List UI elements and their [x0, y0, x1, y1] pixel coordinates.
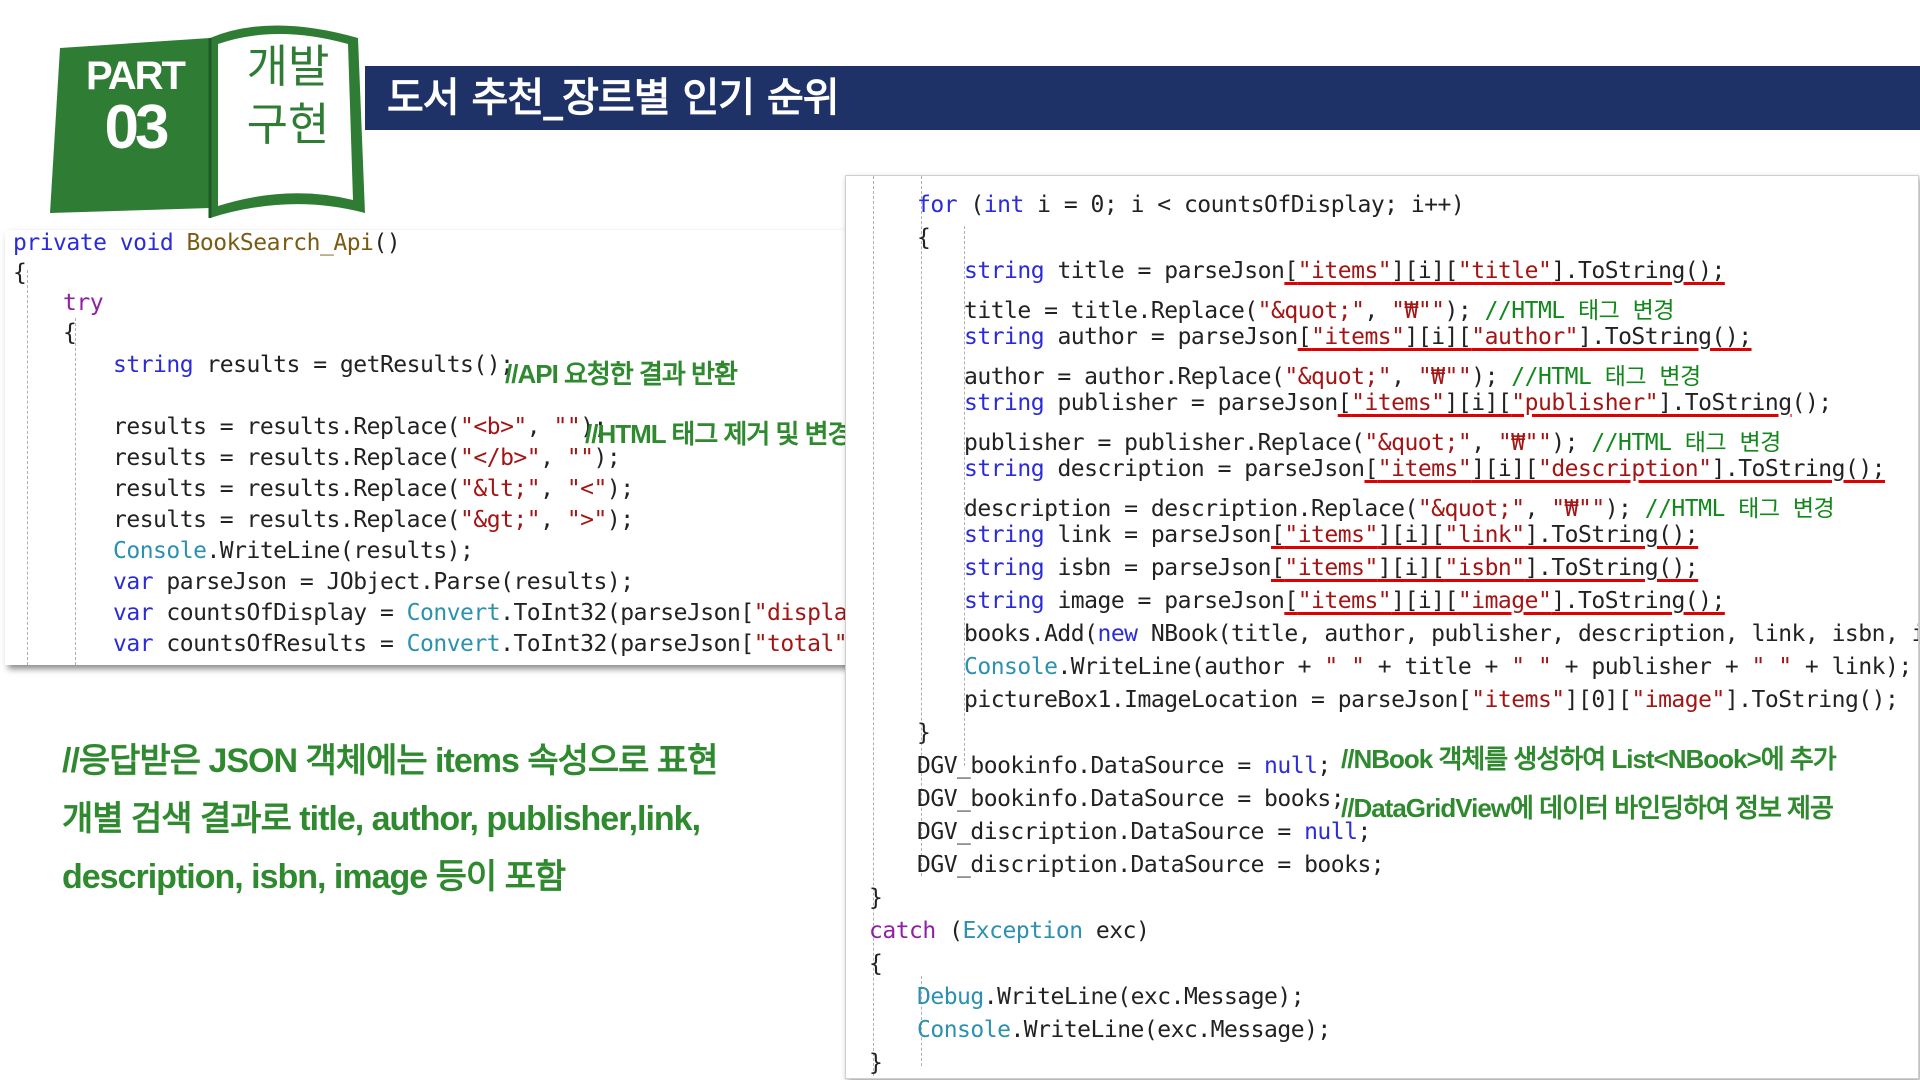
annotation-api-result: //API 요청한 결과 반환	[505, 359, 738, 389]
code-line: results = results.Replace("&gt;", ">");	[113, 507, 634, 533]
code-line: var countsOfResults = Convert.ToInt32(pa…	[113, 631, 888, 657]
code-line: var countsOfDisplay = Convert.ToInt32(pa…	[113, 600, 902, 626]
code-line: results = results.Replace("&lt;", "<");	[113, 476, 634, 502]
code-line: string link = parseJson["items"][i]["lin…	[964, 522, 1699, 548]
code-line: DGV_discription.DataSource = null;	[917, 819, 1371, 845]
code-line: try	[63, 290, 104, 316]
description-line: //응답받은 JSON 객체에는 items 속성으로 표현	[62, 742, 718, 780]
code-line: DGV_bookinfo.DataSource = books;	[917, 786, 1345, 812]
code-line: pictureBox1.ImageLocation = parseJson["i…	[964, 687, 1899, 713]
code-line: results = results.Replace("</b>", "");	[113, 445, 621, 471]
code-line: Console.WriteLine(results);	[113, 538, 474, 564]
description-line: description, isbn, image 등이 포함	[62, 858, 566, 896]
code-line: private void BookSearch_Api()	[13, 230, 401, 256]
indent-guide	[75, 318, 76, 665]
code-line: string description = parseJson["items"][…	[964, 456, 1886, 482]
part-badge: PART 03 개발 구현	[40, 8, 380, 223]
code-line: author = author.Replace("&quot;", "₩"");…	[964, 364, 1701, 390]
title-bar: 도서 추천_장르별 인기 순위	[365, 66, 1920, 130]
page-title: 도서 추천_장르별 인기 순위	[387, 75, 840, 121]
annotation-html-tag: //HTML 태그 제거 및 변경	[585, 419, 852, 449]
left-code-panel: private void BookSearch_Api() { try { st…	[5, 230, 902, 665]
description-note: //응답받은 JSON 객체에는 items 속성으로 표현 개별 검색 결과로…	[62, 732, 782, 906]
code-line: string title = parseJson["items"][i]["ti…	[964, 258, 1725, 284]
code-line: publisher = publisher.Replace("&quot;", …	[964, 430, 1781, 456]
description-line: 개별 검색 결과로 title, author, publisher,link,	[62, 800, 701, 838]
code-line: DGV_discription.DataSource = books;	[917, 852, 1385, 878]
code-line: Console.WriteLine(exc.Message);	[917, 1017, 1331, 1043]
section-label: 개발 구현	[246, 40, 330, 151]
code-line: catch (Exception exc)	[869, 918, 1150, 944]
code-line: Console.WriteLine(author + " " + title +…	[964, 654, 1912, 680]
annotation-nbook: //NBook 객체를 생성하여 List<NBook>에 추가	[1341, 744, 1837, 774]
code-line: {	[869, 951, 883, 977]
code-line: for (int i = 0; i < countsOfDisplay; i++…	[917, 192, 1465, 218]
indent-guide	[27, 270, 28, 665]
right-code-panel: for (int i = 0; i < countsOfDisplay; i++…	[845, 175, 1919, 1079]
code-line: {	[13, 260, 27, 286]
code-line: DGV_bookinfo.DataSource = null;	[917, 753, 1331, 779]
code-line: Debug.WriteLine(exc.Message);	[917, 984, 1305, 1010]
code-line: {	[917, 225, 931, 251]
code-line: }	[869, 885, 883, 911]
code-line: string isbn = parseJson["items"][i]["isb…	[964, 555, 1699, 581]
code-line: }	[917, 720, 931, 746]
code-line: string publisher = parseJson["items"][i]…	[964, 390, 1832, 416]
code-line: {	[63, 320, 77, 346]
annotation-datagrid: //DataGridView에 데이터 바인딩하여 정보 제공	[1341, 793, 1834, 823]
code-line: title = title.Replace("&quot;", "₩""); /…	[964, 298, 1674, 324]
code-line: var parseJson = JObject.Parse(results);	[113, 569, 634, 595]
code-line: }	[869, 1050, 883, 1076]
code-line: description = description.Replace("&quot…	[964, 496, 1835, 522]
code-line: results = results.Replace("<b>", "");	[113, 414, 607, 440]
part-number: 03	[104, 93, 170, 162]
code-line: string image = parseJson["items"][i]["im…	[964, 588, 1725, 614]
code-line: books.Add(new NBook(title, author, publi…	[964, 621, 1918, 647]
code-line: string results = getResults();	[113, 352, 514, 378]
code-line: string author = parseJson["items"][i]["a…	[964, 324, 1752, 350]
